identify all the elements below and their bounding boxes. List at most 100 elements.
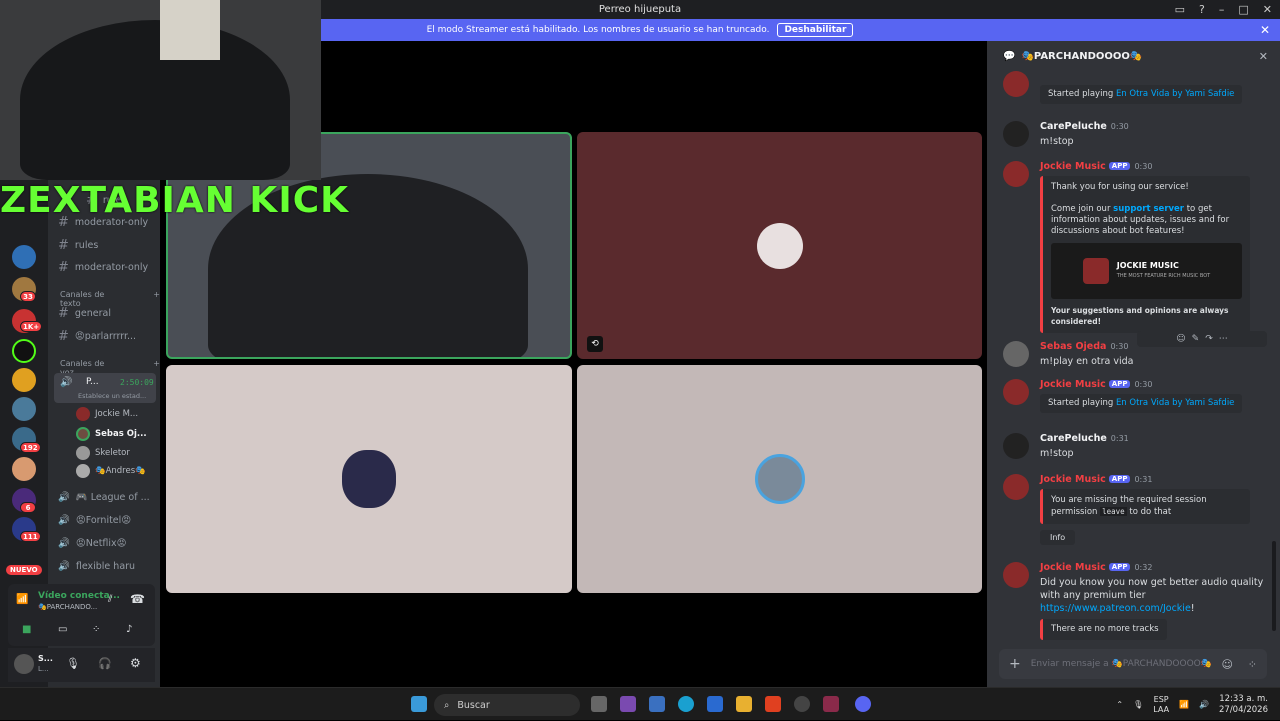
store-icon[interactable] [649,696,665,712]
server-icon[interactable] [12,397,36,421]
mail-icon[interactable] [707,696,723,712]
settings-gear-icon[interactable]: ⚙ [130,656,141,670]
apps-icon[interactable]: ⁘ [1248,658,1257,671]
message-text: m!stop [1040,136,1074,147]
chat-header: 💬 🎭PARCHANDOOOO🎭 ✕ [987,41,1280,71]
jockie-logo-icon [1082,258,1109,284]
volume-icon[interactable]: 🔊 [1199,700,1209,709]
active-voice-channel[interactable]: 🔊 P... 2:50:09 Establece un estad... [54,373,156,403]
task-view-icon[interactable] [591,696,607,712]
voice-channel-item[interactable]: 🔊 😡Netflix😡 [58,538,127,549]
disable-streamer-button[interactable]: Deshabilitar [777,23,854,37]
message-text: m!stop [1040,448,1074,459]
window-title: Perreo hijueputa [598,4,682,15]
message-author[interactable]: Jockie Music [1040,474,1106,485]
message-author[interactable]: CarePeluche [1040,121,1107,132]
windows-start-icon[interactable] [411,696,427,712]
voice-channel-item[interactable]: 🔊 😡Fornitel😡 [58,515,131,526]
channel-item[interactable]: # general [58,306,111,321]
webcam-overlay [0,0,321,180]
unread-badge: 111 [20,531,41,542]
chat-message: Jockie Music APP 0:32 Did you know you now… [1003,562,1265,640]
message-author[interactable]: Jockie Music [1040,379,1106,390]
chat-message: Started playing En Otra Vida by Yami Saf… [1003,71,1265,104]
taskbar-search[interactable]: ⌕ Buscar [434,694,580,716]
camera-icon[interactable]: ■ [22,624,31,635]
voice-channel-item[interactable]: 🔊 flexible haru [58,561,135,572]
voice-user[interactable]: Sebas Oj... [76,427,147,441]
welcome-embed: Thank you for using our service! Come jo… [1040,176,1250,333]
copilot-icon[interactable] [620,696,636,712]
emoji-icon[interactable]: ☺ [1222,658,1233,671]
unread-badge: 6 [20,502,36,513]
voice-user[interactable]: Skeletor [76,446,130,460]
avatar [754,454,805,504]
wifi-icon[interactable]: 📶 [1179,700,1189,709]
edge-icon[interactable] [678,696,694,712]
minimize-icon[interactable]: – [1219,3,1225,16]
voice-status: Establece un estad... [78,392,147,400]
signal-icon: 📶 [16,594,29,605]
chat-scrollbar[interactable] [1272,541,1276,631]
add-attachment-icon[interactable]: + [1009,656,1021,672]
add-channel-icon[interactable]: + [153,290,160,308]
soundboard-icon[interactable]: ♪ [126,624,132,635]
brave-icon[interactable] [765,696,781,712]
new-badge: NUEVO [6,565,42,575]
hash-icon: # [58,260,69,275]
file-explorer-icon[interactable] [736,696,752,712]
voice-connection-panel: 📶 Vídeo conecta... 🎭PARCHANDO... ⫽ ☎ ■ ▭… [8,584,155,646]
clock[interactable]: 12:33 a. m. 27/04/2026 [1219,694,1268,716]
message-author[interactable]: Jockie Music [1040,562,1106,573]
noise-suppression-icon[interactable]: ⫽ [108,594,112,605]
patreon-link[interactable]: https://www.patreon.com/Jockie [1040,603,1191,614]
close-banner-icon[interactable]: ✕ [1260,23,1270,37]
server-icon[interactable] [12,368,36,392]
close-chat-icon[interactable]: ✕ [1259,50,1268,63]
voice-user[interactable]: 🎭Andres🎭 [76,464,146,478]
message-author[interactable]: Jockie Music [1040,161,1106,172]
inbox-icon[interactable]: ▭ [1175,3,1185,16]
app-icon[interactable] [794,696,810,712]
message-author[interactable]: Sebas Ojeda [1040,341,1106,352]
video-tile-user[interactable] [166,365,572,593]
server-icon[interactable] [12,245,36,269]
language-indicator[interactable]: ESP LAA [1153,695,1169,715]
avatar[interactable] [14,654,34,674]
close-window-icon[interactable]: ✕ [1263,3,1272,16]
voice-user[interactable]: Jockie M... [76,407,138,421]
speaker-icon: 🔊 [58,492,70,503]
channel-item[interactable]: # 😡parlarrrrr... [58,329,136,344]
headphones-icon[interactable]: 🎧 [98,657,112,670]
maximize-icon[interactable]: □ [1238,3,1248,16]
avatar [76,446,90,460]
voice-channel-item[interactable]: 🔊 🎮 League of ... [58,492,150,503]
message-input[interactable]: + Enviar mensaje a 🎭PARCHANDOOOO🎭 ☺ ⁘ [999,649,1267,679]
message-author[interactable]: CarePeluche [1040,433,1107,444]
video-tile-bot[interactable]: ⟲ [577,132,982,359]
support-server-link[interactable]: support server [1113,204,1184,214]
microphone-icon[interactable]: 🎙 [1133,700,1143,709]
microphone-icon[interactable]: 🎙 [66,657,80,670]
discord-icon[interactable] [855,696,871,712]
chat-message: Jockie Music APP 0:31 You are missing the … [1003,474,1265,545]
video-tile-user[interactable] [577,365,982,593]
info-button[interactable]: Info [1040,530,1076,545]
chat-message: Sebas Ojeda 0:30 m!play en otra vida [1003,341,1265,368]
disconnect-icon[interactable]: ☎ [130,592,145,606]
server-icon[interactable] [12,457,36,481]
chat-panel: 💬 🎭PARCHANDOOOO🎭 ✕ Started playing En Ot… [987,41,1280,687]
speaker-icon: 🔊 [58,561,70,572]
unread-badge: 1K+ [20,321,43,332]
chevron-up-icon[interactable]: ⌃ [1116,700,1123,709]
avatar [1003,341,1029,367]
activities-icon[interactable]: ⁘ [92,624,100,635]
kick-server-icon[interactable] [12,339,36,363]
app-icon[interactable] [823,696,839,712]
channel-item[interactable]: # rules [58,238,98,253]
screen-share-icon[interactable]: ▭ [58,624,67,635]
embed-link[interactable]: En Otra Vida by Yami Safdie [1116,398,1234,408]
embed-link[interactable]: En Otra Vida by Yami Safdie [1116,89,1234,99]
channel-item[interactable]: # moderator-only [58,260,148,275]
help-icon[interactable]: ? [1199,3,1205,16]
